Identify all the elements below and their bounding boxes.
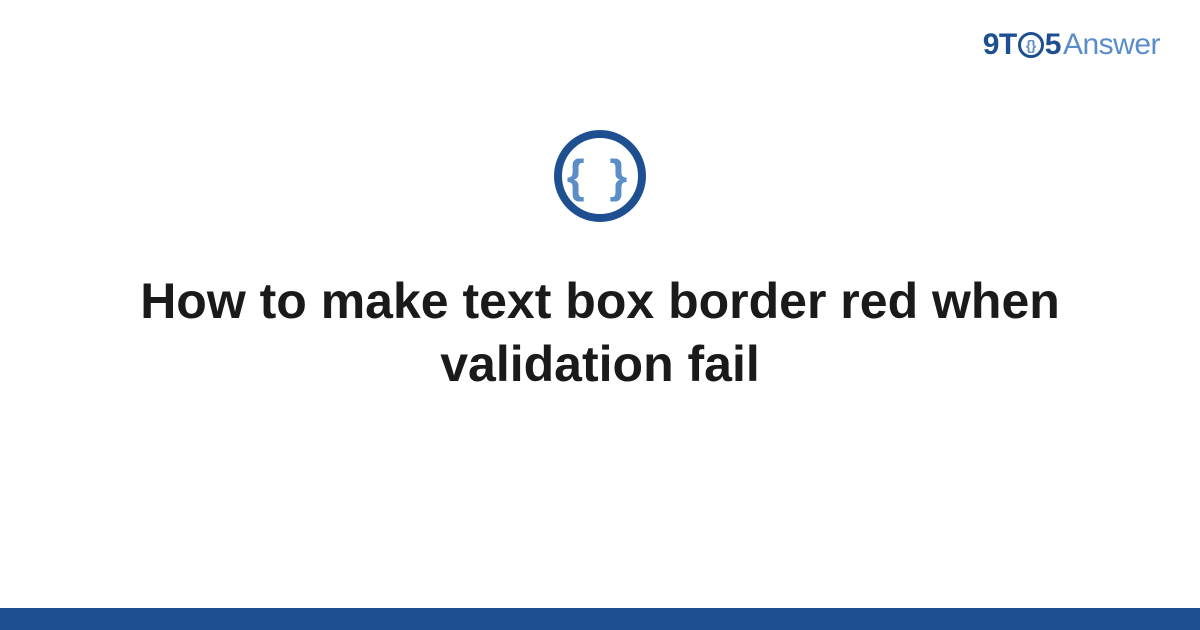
logo-text-answer: Answer bbox=[1063, 28, 1160, 62]
logo-text-9t: 9T bbox=[983, 28, 1017, 62]
logo-clock-icon: {} bbox=[1018, 32, 1044, 58]
logo-text-5: 5 bbox=[1045, 28, 1061, 62]
page-title: How to make text box border red when val… bbox=[120, 270, 1080, 395]
main-content: { } How to make text box border red when… bbox=[0, 130, 1200, 395]
logo-clock-inner: {} bbox=[1026, 38, 1036, 52]
footer-bar bbox=[0, 608, 1200, 630]
topic-icon-circle: { } bbox=[554, 130, 646, 222]
code-braces-icon: { } bbox=[567, 153, 634, 199]
site-logo: 9T {} 5 Answer bbox=[983, 28, 1160, 62]
